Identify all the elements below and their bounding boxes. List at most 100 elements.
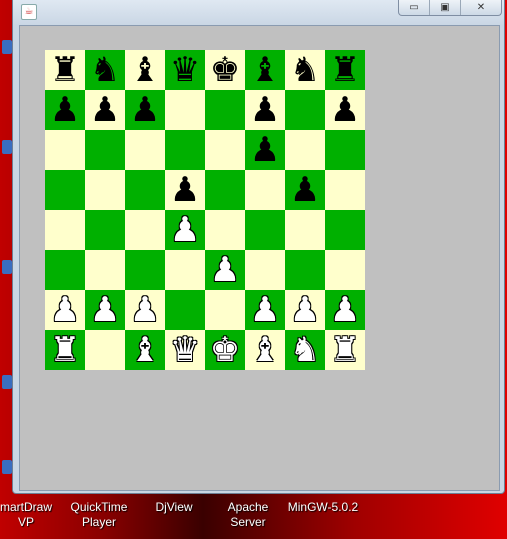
white-pawn-icon[interactable]: ♟ bbox=[330, 290, 360, 330]
square-b5[interactable] bbox=[85, 170, 125, 210]
square-e2[interactable] bbox=[205, 290, 245, 330]
square-a3[interactable] bbox=[45, 250, 85, 290]
square-e6[interactable] bbox=[205, 130, 245, 170]
square-f6[interactable]: ♟ bbox=[245, 130, 285, 170]
minimize-button[interactable]: ▭ bbox=[399, 0, 429, 15]
white-king-icon[interactable]: ♚ bbox=[210, 330, 240, 370]
black-pawn-icon[interactable]: ♟ bbox=[90, 90, 120, 130]
black-pawn-icon[interactable]: ♟ bbox=[170, 170, 200, 210]
square-f5[interactable] bbox=[245, 170, 285, 210]
square-d1[interactable]: ♛ bbox=[165, 330, 205, 370]
square-g6[interactable] bbox=[285, 130, 325, 170]
square-e3[interactable]: ♟ bbox=[205, 250, 245, 290]
square-c1[interactable]: ♝ bbox=[125, 330, 165, 370]
white-queen-icon[interactable]: ♛ bbox=[170, 330, 200, 370]
black-knight-icon[interactable]: ♞ bbox=[290, 50, 320, 90]
black-pawn-icon[interactable]: ♟ bbox=[250, 130, 280, 170]
square-e5[interactable] bbox=[205, 170, 245, 210]
square-a4[interactable] bbox=[45, 210, 85, 250]
black-bishop-icon[interactable]: ♝ bbox=[250, 50, 280, 90]
white-rook-icon[interactable]: ♜ bbox=[330, 330, 360, 370]
square-d2[interactable] bbox=[165, 290, 205, 330]
square-g8[interactable]: ♞ bbox=[285, 50, 325, 90]
square-d7[interactable] bbox=[165, 90, 205, 130]
square-d4[interactable]: ♟ bbox=[165, 210, 205, 250]
square-a8[interactable]: ♜ bbox=[45, 50, 85, 90]
square-b1[interactable] bbox=[85, 330, 125, 370]
square-c6[interactable] bbox=[125, 130, 165, 170]
black-bishop-icon[interactable]: ♝ bbox=[130, 50, 160, 90]
white-knight-icon[interactable]: ♞ bbox=[290, 330, 320, 370]
white-rook-icon[interactable]: ♜ bbox=[50, 330, 80, 370]
square-c3[interactable] bbox=[125, 250, 165, 290]
black-pawn-icon[interactable]: ♟ bbox=[330, 90, 360, 130]
black-knight-icon[interactable]: ♞ bbox=[90, 50, 120, 90]
square-f7[interactable]: ♟ bbox=[245, 90, 285, 130]
square-a2[interactable]: ♟ bbox=[45, 290, 85, 330]
square-f4[interactable] bbox=[245, 210, 285, 250]
close-button[interactable]: ✕ bbox=[460, 0, 501, 15]
square-g3[interactable] bbox=[285, 250, 325, 290]
square-h2[interactable]: ♟ bbox=[325, 290, 365, 330]
square-a7[interactable]: ♟ bbox=[45, 90, 85, 130]
square-a1[interactable]: ♜ bbox=[45, 330, 85, 370]
desktop-shortcut-icon[interactable] bbox=[2, 40, 12, 54]
square-e1[interactable]: ♚ bbox=[205, 330, 245, 370]
black-queen-icon[interactable]: ♛ bbox=[170, 50, 200, 90]
square-a6[interactable] bbox=[45, 130, 85, 170]
square-g5[interactable]: ♟ bbox=[285, 170, 325, 210]
square-d8[interactable]: ♛ bbox=[165, 50, 205, 90]
square-h3[interactable] bbox=[325, 250, 365, 290]
square-h8[interactable]: ♜ bbox=[325, 50, 365, 90]
desktop-shortcut-icon[interactable] bbox=[2, 460, 12, 474]
square-f1[interactable]: ♝ bbox=[245, 330, 285, 370]
white-pawn-icon[interactable]: ♟ bbox=[250, 290, 280, 330]
square-e7[interactable] bbox=[205, 90, 245, 130]
square-f3[interactable] bbox=[245, 250, 285, 290]
shortcut-apache[interactable]: Apache Server bbox=[220, 500, 276, 530]
square-g4[interactable] bbox=[285, 210, 325, 250]
shortcut-mingw[interactable]: MinGW-5.0.2 bbox=[285, 500, 361, 515]
shortcut-smartdraw[interactable]: martDraw VP bbox=[0, 500, 56, 530]
desktop-shortcut-icon[interactable] bbox=[2, 375, 12, 389]
square-c8[interactable]: ♝ bbox=[125, 50, 165, 90]
square-e8[interactable]: ♚ bbox=[205, 50, 245, 90]
white-pawn-icon[interactable]: ♟ bbox=[170, 210, 200, 250]
square-c4[interactable] bbox=[125, 210, 165, 250]
white-pawn-icon[interactable]: ♟ bbox=[290, 290, 320, 330]
black-pawn-icon[interactable]: ♟ bbox=[50, 90, 80, 130]
square-e4[interactable] bbox=[205, 210, 245, 250]
maximize-button[interactable]: ▣ bbox=[429, 0, 460, 15]
java-icon[interactable]: ☕ bbox=[21, 4, 37, 20]
square-b6[interactable] bbox=[85, 130, 125, 170]
square-g2[interactable]: ♟ bbox=[285, 290, 325, 330]
desktop-shortcut-icon[interactable] bbox=[2, 140, 12, 154]
square-b7[interactable]: ♟ bbox=[85, 90, 125, 130]
square-a5[interactable] bbox=[45, 170, 85, 210]
white-pawn-icon[interactable]: ♟ bbox=[130, 290, 160, 330]
shortcut-djview[interactable]: DjView bbox=[145, 500, 203, 515]
white-bishop-icon[interactable]: ♝ bbox=[130, 330, 160, 370]
square-d3[interactable] bbox=[165, 250, 205, 290]
square-h6[interactable] bbox=[325, 130, 365, 170]
square-d6[interactable] bbox=[165, 130, 205, 170]
square-g7[interactable] bbox=[285, 90, 325, 130]
black-pawn-icon[interactable]: ♟ bbox=[250, 90, 280, 130]
desktop-shortcut-icon[interactable] bbox=[2, 260, 12, 274]
square-h4[interactable] bbox=[325, 210, 365, 250]
square-b2[interactable]: ♟ bbox=[85, 290, 125, 330]
black-rook-icon[interactable]: ♜ bbox=[50, 50, 80, 90]
square-c7[interactable]: ♟ bbox=[125, 90, 165, 130]
black-pawn-icon[interactable]: ♟ bbox=[290, 170, 320, 210]
square-b8[interactable]: ♞ bbox=[85, 50, 125, 90]
white-pawn-icon[interactable]: ♟ bbox=[50, 290, 80, 330]
square-b4[interactable] bbox=[85, 210, 125, 250]
black-pawn-icon[interactable]: ♟ bbox=[130, 90, 160, 130]
square-f2[interactable]: ♟ bbox=[245, 290, 285, 330]
square-d5[interactable]: ♟ bbox=[165, 170, 205, 210]
square-h1[interactable]: ♜ bbox=[325, 330, 365, 370]
white-pawn-icon[interactable]: ♟ bbox=[210, 250, 240, 290]
square-c2[interactable]: ♟ bbox=[125, 290, 165, 330]
square-h5[interactable] bbox=[325, 170, 365, 210]
white-bishop-icon[interactable]: ♝ bbox=[250, 330, 280, 370]
